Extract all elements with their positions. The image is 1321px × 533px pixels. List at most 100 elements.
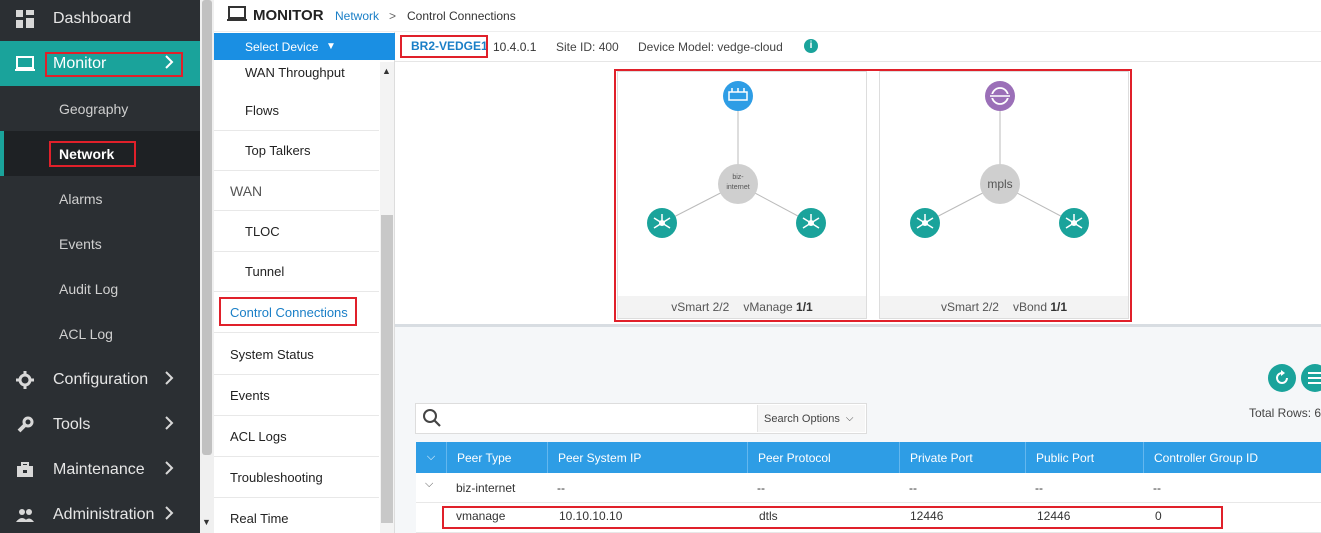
nav-dashboard[interactable]: Dashboard	[0, 0, 200, 41]
chevron-right-icon	[164, 415, 178, 433]
nav-acl-log-label: ACL Log	[59, 325, 113, 342]
router-icon[interactable]	[723, 81, 753, 111]
breadcrumb-separator: >	[389, 9, 397, 23]
submenu-system-status[interactable]: System Status	[214, 335, 379, 375]
menu-icon	[1308, 372, 1321, 384]
submenu-events[interactable]: Events	[214, 376, 379, 416]
wrench-icon	[14, 414, 36, 436]
column-private-port[interactable]: Private Port	[899, 442, 1025, 473]
expand-all-toggle[interactable]: ⌵	[416, 442, 446, 473]
nav-administration-label: Administration	[53, 505, 155, 523]
breadcrumb-current: Control Connections	[407, 9, 516, 23]
nav-alarms[interactable]: Alarms	[0, 176, 200, 221]
footer-vsmart-value: 2/2	[712, 300, 730, 314]
submenu-system-status-label: System Status	[230, 347, 314, 362]
search-input[interactable]	[446, 406, 751, 430]
dashboard-icon	[14, 8, 36, 30]
breadcrumb-network[interactable]: Network	[335, 9, 379, 23]
nav-administration[interactable]: Administration	[0, 492, 200, 533]
transport-label-mpls: mpls	[987, 177, 1012, 191]
gear-icon	[14, 369, 36, 391]
submenu-top-talkers[interactable]: Top Talkers	[214, 131, 379, 171]
footer-vsmart: vSmart 2/2	[671, 300, 729, 314]
row-peer-type: vmanage	[456, 509, 506, 523]
chevron-down-icon[interactable]: ⌵	[425, 478, 433, 491]
submenu-wan-header: WAN	[214, 171, 379, 211]
submenu-control-connections[interactable]: Control Connections	[214, 293, 379, 333]
chevron-right-icon	[164, 370, 178, 388]
nav-tools[interactable]: Tools	[0, 402, 200, 447]
search-options-label: Search Options	[764, 412, 840, 425]
footer-vbond: vBond 1/1	[1013, 300, 1067, 314]
submenu-wan-throughput[interactable]: WAN Throughput	[214, 60, 379, 84]
controller-node-icon[interactable]	[910, 208, 940, 238]
nav-network[interactable]: Network	[0, 131, 200, 176]
table-menu-button[interactable]	[1301, 364, 1321, 392]
submenu-scrollbar-thumb[interactable]	[381, 215, 393, 523]
submenu-tunnel-label: Tunnel	[245, 264, 285, 279]
submenu-wan-throughput-label: WAN Throughput	[245, 64, 345, 80]
device-site: Site ID: 400	[556, 40, 619, 54]
column-peer-system-ip[interactable]: Peer System IP	[547, 442, 747, 473]
chevron-right-icon	[164, 460, 178, 478]
column-controller-group-id[interactable]: Controller Group ID	[1143, 442, 1321, 473]
info-icon[interactable]: i	[804, 39, 818, 53]
submenu-troubleshooting[interactable]: Troubleshooting	[214, 458, 379, 498]
footer-vmanage-label: vManage	[743, 300, 793, 314]
refresh-button[interactable]	[1268, 364, 1296, 392]
footer-vmanage-value: 1/1	[796, 300, 813, 314]
page-title: MONITOR	[253, 7, 324, 24]
submenu-real-time[interactable]: Real Time	[214, 499, 379, 533]
nav-geography-label: Geography	[59, 100, 129, 117]
row-public-port: 12446	[1037, 509, 1071, 523]
controller-node-icon[interactable]	[796, 208, 826, 238]
transport-label-line2: internet	[726, 184, 749, 191]
column-public-port[interactable]: Public Port	[1025, 442, 1143, 473]
submenu-tloc[interactable]: TLOC	[214, 212, 379, 252]
sync-node-icon[interactable]	[985, 81, 1015, 111]
submenu-flows[interactable]: Flows	[214, 91, 379, 131]
row-controller-group-id: 0	[1155, 509, 1162, 523]
topology-footer: vSmart 2/2 vManage 1/1	[618, 296, 866, 318]
footer-vsmart-label: vSmart	[671, 300, 710, 314]
search-icon[interactable]	[422, 408, 442, 428]
footer-vsmart-value: 2/2	[982, 300, 999, 314]
submenu-tunnel[interactable]: Tunnel	[214, 252, 379, 292]
nav-configuration[interactable]: Configuration	[0, 357, 200, 402]
scroll-down-arrow-icon[interactable]: ▼	[202, 517, 211, 527]
submenu-acl-logs-label: ACL Logs	[230, 429, 287, 444]
topology-footer: vSmart 2/2 vBond 1/1	[880, 296, 1128, 318]
nav-monitor[interactable]: Monitor	[0, 41, 200, 86]
users-icon	[14, 504, 36, 526]
group-peer-type: biz-internet	[456, 481, 516, 495]
topology-panel-biz-internet: biz- internet vSmart 2/2 vManage 1/1	[617, 71, 867, 319]
footer-vmanage: vManage 1/1	[743, 300, 812, 314]
nav-tools-label: Tools	[53, 415, 91, 433]
group-controller-group-id: --	[1153, 481, 1161, 495]
nav-events-label: Events	[59, 235, 102, 252]
device-name[interactable]: BR2-VEDGE1	[411, 39, 488, 53]
controller-node-icon[interactable]	[1059, 208, 1089, 238]
nav-acl-log[interactable]: ACL Log	[0, 311, 200, 356]
page-header	[214, 0, 1321, 32]
transport-node-biz-internet[interactable]: biz- internet	[718, 164, 758, 204]
column-peer-type[interactable]: Peer Type	[446, 442, 547, 473]
footer-vbond-value: 1/1	[1050, 300, 1068, 314]
nav-maintenance-label: Maintenance	[53, 460, 145, 478]
submenu-real-time-label: Real Time	[230, 511, 289, 526]
row-peer-protocol: dtls	[759, 509, 778, 523]
scroll-up-arrow-icon[interactable]: ▲	[382, 66, 391, 76]
group-peer-system-ip: --	[557, 481, 565, 495]
nav-audit-log[interactable]: Audit Log	[0, 266, 200, 311]
nav-geography[interactable]: Geography	[0, 86, 200, 131]
nav-events[interactable]: Events	[0, 221, 200, 266]
nav-scrollbar-thumb[interactable]	[202, 0, 212, 455]
submenu-acl-logs[interactable]: ACL Logs	[214, 417, 379, 457]
search-options-button[interactable]: Search Options ⌵	[757, 405, 865, 432]
column-peer-protocol[interactable]: Peer Protocol	[747, 442, 899, 473]
nav-maintenance[interactable]: Maintenance	[0, 447, 200, 492]
chevron-right-icon	[164, 505, 178, 523]
controller-node-icon[interactable]	[647, 208, 677, 238]
transport-node-mpls[interactable]: mpls	[980, 164, 1020, 204]
select-device-button[interactable]: Select Device ▼	[214, 33, 395, 60]
